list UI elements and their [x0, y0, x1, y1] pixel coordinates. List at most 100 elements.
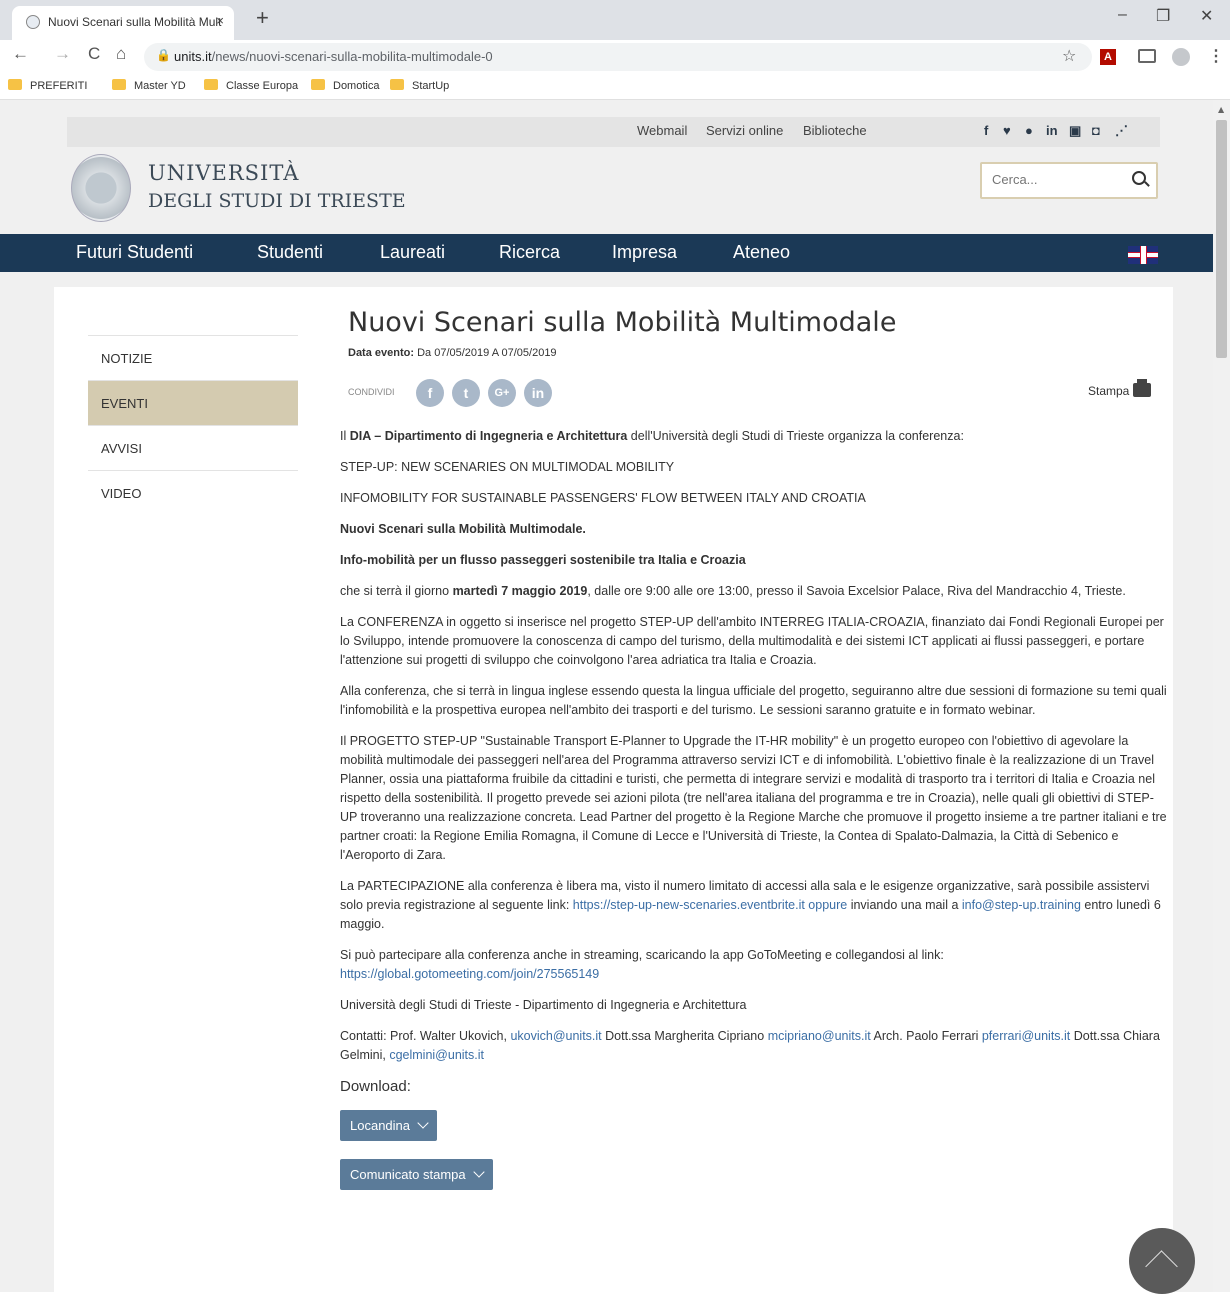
share-linkedin-icon[interactable]: in — [524, 379, 552, 407]
sidebar-item-video[interactable]: VIDEO — [88, 470, 298, 515]
organizer-paragraph: Università degli Studi di Trieste - Dipa… — [340, 998, 747, 1012]
share-twitter-icon[interactable]: t — [452, 379, 480, 407]
biblioteche-link[interactable]: Biblioteche — [803, 123, 867, 138]
cast-icon[interactable] — [1138, 49, 1156, 63]
browser-tab-bar: Nuovi Scenari sulla Mobilità Mult × + – … — [0, 0, 1230, 40]
subtitle-it-2: Info-mobilità per un flusso passeggeri s… — [340, 553, 746, 567]
eventbrite-link[interactable]: https://step-up-new-scenaries.eventbrite… — [573, 898, 847, 912]
chevron-down-icon — [417, 1117, 429, 1129]
bookmarks-bar: PREFERITI Master YD Classe Europa Domoti… — [0, 73, 1230, 100]
reload-icon[interactable]: C — [88, 44, 100, 64]
email-ukovich-link[interactable]: ukovich@units.it — [510, 1029, 601, 1043]
bookmark-master-yd[interactable]: Master YD — [112, 79, 186, 92]
instagram-icon[interactable]: ◘ — [1092, 123, 1100, 138]
folder-icon — [390, 79, 404, 90]
print-button[interactable]: Stampa — [1088, 379, 1152, 398]
intro-paragraph: Il DIA – Dipartimento di Ingegneria e Ar… — [340, 429, 964, 443]
webmail-link[interactable]: Webmail — [637, 123, 687, 138]
streaming-paragraph: Si può partecipare alla conferenza anche… — [340, 948, 944, 981]
folder-icon — [112, 79, 126, 90]
nav-ateneo[interactable]: Ateneo — [733, 242, 790, 263]
bookmark-preferiti[interactable]: PREFERITI — [8, 79, 87, 92]
url-field[interactable]: 🔒 units.it/news/nuovi-scenari-sulla-mobi… — [144, 43, 1092, 71]
subtitle-it-1: Nuovi Scenari sulla Mobilità Multimodale… — [340, 522, 586, 536]
participation-paragraph: La PARTECIPAZIONE alla conferenza è libe… — [340, 879, 1161, 931]
minimize-icon[interactable]: – — [1118, 6, 1127, 24]
search-box — [980, 162, 1158, 199]
twitter-icon[interactable]: ♥ — [1003, 123, 1011, 138]
content-area: NOTIZIE EVENTI AVVISI VIDEO Nuovi Scenar… — [54, 287, 1173, 1292]
home-icon[interactable]: ⌂ — [116, 44, 126, 64]
subtitle-en-1: STEP-UP: NEW SCENARIES ON MULTIMODAL MOB… — [340, 460, 675, 474]
printer-icon — [1133, 379, 1152, 397]
sidebar-item-avvisi[interactable]: AVVISI — [88, 425, 298, 470]
bookmark-star-icon[interactable]: ☆ — [1062, 46, 1076, 65]
bookmark-classe-europa[interactable]: Classe Europa — [204, 79, 298, 92]
scroll-up-arrow-icon[interactable]: ▲ — [1218, 105, 1224, 114]
sidebar-item-eventi[interactable]: EVENTI — [88, 380, 298, 425]
subtitle-en-2: INFOMOBILITY FOR SUSTAINABLE PASSENGERS'… — [340, 491, 866, 505]
download-heading: Download: — [340, 1078, 411, 1095]
forward-icon[interactable]: → — [54, 44, 71, 64]
email-cipriano-link[interactable]: mcipriano@units.it — [768, 1029, 871, 1043]
university-seal-logo[interactable] — [71, 154, 131, 222]
email-gelmini-link[interactable]: cgelmini@units.it — [389, 1048, 484, 1062]
download-locandina-button[interactable]: Locandina — [340, 1110, 437, 1141]
nav-laureati[interactable]: Laureati — [380, 242, 445, 263]
sidebar-item-notizie[interactable]: NOTIZIE — [88, 335, 298, 380]
main-navigation: Futuri Studenti Studenti Laureati Ricerc… — [0, 234, 1213, 272]
university-name-line1[interactable]: UNIVERSITÀ — [148, 161, 299, 185]
maximize-icon[interactable]: ❐ — [1156, 6, 1170, 26]
lock-icon: 🔒 — [156, 48, 171, 62]
close-window-icon[interactable]: ✕ — [1200, 6, 1213, 26]
url-domain: units.it — [174, 49, 212, 64]
tab-title: Nuovi Scenari sulla Mobilità Mult — [48, 15, 222, 29]
article-body: Il DIA – Dipartimento di Ingegneria e Ar… — [340, 427, 1170, 1208]
address-bar: ← → C ⌂ 🔒 units.it/news/nuovi-scenari-su… — [0, 40, 1230, 73]
email-ferrari-link[interactable]: pferrari@units.it — [982, 1029, 1070, 1043]
nav-ricerca[interactable]: Ricerca — [499, 242, 560, 263]
new-tab-button[interactable]: + — [256, 5, 269, 31]
linkedin-icon[interactable]: in — [1046, 123, 1058, 138]
youtube-icon[interactable]: ▣ — [1069, 123, 1081, 139]
site-header: UNIVERSITÀ DEGLI STUDI DI TRIESTE — [0, 147, 1213, 234]
university-name-line2[interactable]: DEGLI STUDI DI TRIESTE — [148, 190, 406, 212]
rss-icon[interactable]: ⋰ — [1115, 123, 1128, 139]
share-label: CONDIVIDI — [348, 387, 395, 397]
profile-avatar-icon[interactable] — [1172, 48, 1190, 66]
share-googleplus-icon[interactable]: G+ — [488, 379, 516, 407]
section-sidebar: NOTIZIE EVENTI AVVISI VIDEO — [88, 335, 298, 515]
url-path: /news/nuovi-scenari-sulla-mobilita-multi… — [211, 49, 493, 64]
nav-studenti[interactable]: Studenti — [257, 242, 323, 263]
apple-icon[interactable]: ● — [1025, 123, 1033, 138]
acrobat-extension-icon[interactable]: A — [1100, 49, 1116, 65]
share-facebook-icon[interactable]: f — [416, 379, 444, 407]
scrollbar-thumb[interactable] — [1216, 120, 1227, 358]
back-to-top-button[interactable] — [1129, 1228, 1195, 1294]
servizi-online-link[interactable]: Servizi online — [706, 123, 783, 138]
search-input[interactable] — [992, 172, 1122, 187]
email-info-link[interactable]: info@step-up.training — [962, 898, 1081, 912]
browser-menu-icon[interactable]: ⋮ — [1208, 46, 1224, 66]
chevron-down-icon — [472, 1166, 485, 1178]
utility-bar: Webmail Servizi online Biblioteche f ♥ ●… — [67, 117, 1160, 147]
sessions-paragraph: Alla conferenza, che si terrà in lingua … — [340, 684, 1167, 717]
english-flag-icon[interactable] — [1128, 246, 1158, 264]
site-favicon-icon — [26, 15, 40, 29]
project-paragraph: Il PROGETTO STEP-UP "Sustainable Transpo… — [340, 734, 1167, 862]
nav-impresa[interactable]: Impresa — [612, 242, 677, 263]
back-icon[interactable]: ← — [12, 44, 29, 64]
event-date: Data evento: Da 07/05/2019 A 07/05/2019 — [348, 347, 557, 359]
nav-futuri-studenti[interactable]: Futuri Studenti — [76, 242, 193, 263]
tab-close-icon[interactable]: × — [216, 13, 224, 28]
search-icon[interactable] — [1132, 171, 1146, 185]
bookmark-startup[interactable]: StartUp — [390, 79, 449, 92]
facebook-icon[interactable]: f — [984, 123, 988, 138]
folder-icon — [8, 79, 22, 90]
browser-tab[interactable]: Nuovi Scenari sulla Mobilità Mult × — [12, 6, 234, 40]
download-comunicato-button[interactable]: Comunicato stampa — [340, 1159, 493, 1190]
gotomeeting-link[interactable]: https://global.gotomeeting.com/join/2755… — [340, 967, 599, 981]
bookmark-domotica[interactable]: Domotica — [311, 79, 379, 92]
folder-icon — [204, 79, 218, 90]
page-title: Nuovi Scenari sulla Mobilità Multimodale — [348, 307, 897, 338]
